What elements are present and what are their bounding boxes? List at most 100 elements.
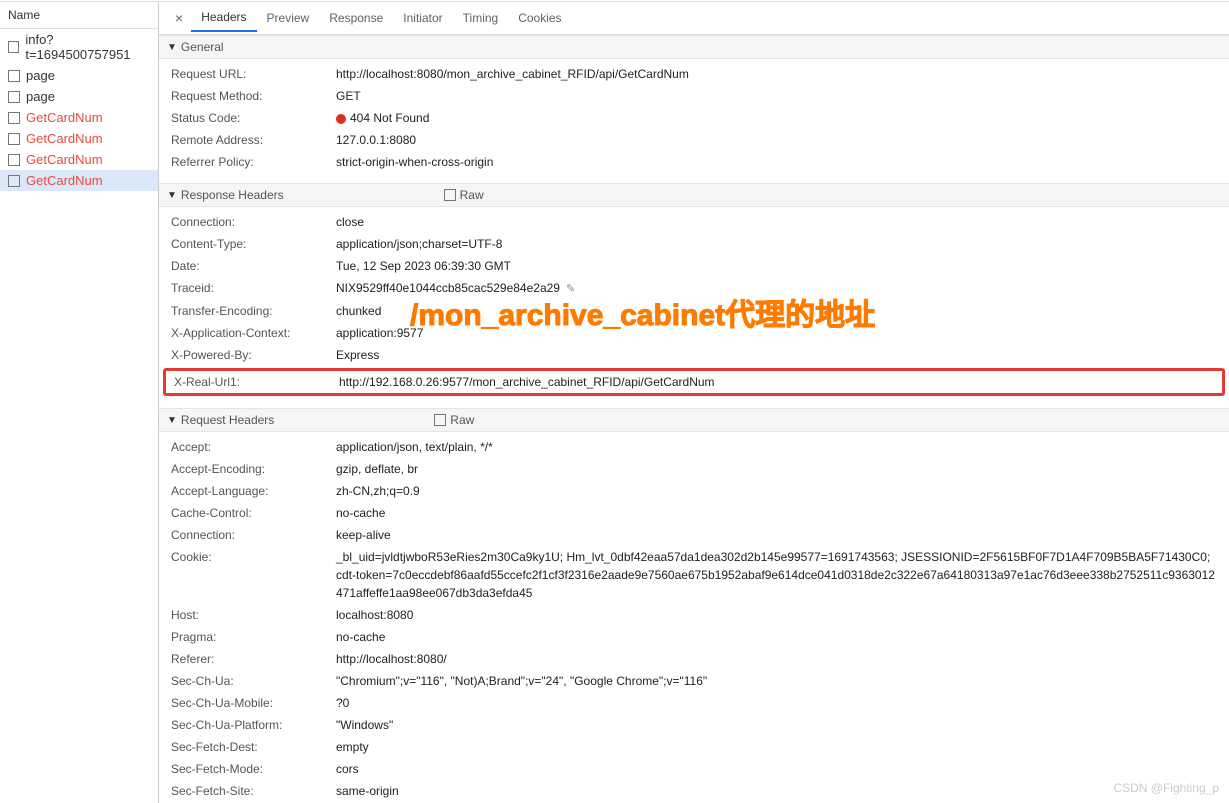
header-key: Referrer Policy:	[171, 153, 336, 171]
header-value: gzip, deflate, br	[336, 460, 1229, 478]
header-value: Tue, 12 Sep 2023 06:39:30 GMT	[336, 257, 1229, 275]
header-row: X-Application-Context:application:9577	[159, 322, 1229, 344]
header-key: X-Real-Url1:	[174, 373, 339, 391]
header-key: Connection:	[171, 526, 336, 544]
request-name: GetCardNum	[26, 173, 103, 188]
tab-response[interactable]: Response	[319, 5, 393, 31]
checkbox-icon[interactable]	[8, 154, 20, 166]
header-value: close	[336, 213, 1229, 231]
section-title: Response Headers	[181, 188, 284, 202]
checkbox-icon[interactable]	[8, 133, 20, 145]
header-value: http://localhost:8080/mon_archive_cabine…	[336, 65, 1229, 83]
section-rows: Connection:closeContent-Type:application…	[159, 207, 1229, 408]
header-value: Express	[336, 346, 1229, 364]
checkbox-icon[interactable]	[444, 189, 456, 201]
request-name: GetCardNum	[26, 152, 103, 167]
tab-preview[interactable]: Preview	[257, 5, 320, 31]
header-value: keep-alive	[336, 526, 1229, 544]
header-key: Sec-Ch-Ua-Platform:	[171, 716, 336, 734]
request-item-6[interactable]: GetCardNum	[0, 170, 158, 191]
header-row: Remote Address:127.0.0.1:8080	[159, 129, 1229, 151]
header-value: no-cache	[336, 628, 1229, 646]
header-key: Sec-Ch-Ua:	[171, 672, 336, 690]
header-row: X-Real-Url1:http://192.168.0.26:9577/mon…	[163, 368, 1225, 396]
header-value: zh-CN,zh;q=0.9	[336, 482, 1229, 500]
header-value: ?0	[336, 694, 1229, 712]
header-value: "Chromium";v="116", "Not)A;Brand";v="24"…	[336, 672, 1229, 690]
header-value: same-origin	[336, 782, 1229, 800]
header-row: Cache-Control:no-cache	[159, 502, 1229, 524]
header-value: http://localhost:8080/	[336, 650, 1229, 668]
header-row: Connection:keep-alive	[159, 524, 1229, 546]
header-value: localhost:8080	[336, 606, 1229, 624]
header-value: chunked	[336, 302, 1229, 320]
checkbox-icon[interactable]	[8, 41, 19, 53]
header-row: Accept-Language:zh-CN,zh;q=0.9	[159, 480, 1229, 502]
section-title: General	[181, 40, 224, 54]
header-row: Sec-Ch-Ua:"Chromium";v="116", "Not)A;Bra…	[159, 670, 1229, 692]
header-row: Sec-Fetch-Mode:cors	[159, 758, 1229, 780]
raw-label: Raw	[460, 188, 484, 202]
triangle-down-icon: ▼	[167, 190, 177, 201]
header-row: Sec-Fetch-Site:same-origin	[159, 780, 1229, 802]
section-header-response-headers[interactable]: ▼ Response Headers Raw	[159, 183, 1229, 207]
header-value: application/json;charset=UTF-8	[336, 235, 1229, 253]
raw-toggle[interactable]: Raw	[444, 188, 484, 202]
checkbox-icon[interactable]	[434, 414, 446, 426]
header-row: Sec-Ch-Ua-Platform:"Windows"	[159, 714, 1229, 736]
checkbox-icon[interactable]	[8, 175, 20, 187]
header-row: Referer:http://localhost:8080/	[159, 648, 1229, 670]
checkbox-icon[interactable]	[8, 112, 20, 124]
header-row: Traceid:NIX9529ff40e1044ccb85cac529e84e2…	[159, 277, 1229, 300]
tab-headers[interactable]: Headers	[191, 4, 256, 32]
header-key: Status Code:	[171, 109, 336, 127]
request-name: GetCardNum	[26, 131, 103, 146]
raw-label: Raw	[450, 413, 474, 427]
header-value: "Windows"	[336, 716, 1229, 734]
header-value: strict-origin-when-cross-origin	[336, 153, 1229, 171]
request-item-1[interactable]: page	[0, 65, 158, 86]
raw-toggle[interactable]: Raw	[434, 413, 474, 427]
tab-cookies[interactable]: Cookies	[508, 5, 571, 31]
header-key: X-Application-Context:	[171, 324, 336, 342]
header-value: GET	[336, 87, 1229, 105]
checkbox-icon[interactable]	[8, 91, 20, 103]
request-item-4[interactable]: GetCardNum	[0, 128, 158, 149]
request-item-2[interactable]: page	[0, 86, 158, 107]
header-key: Request URL:	[171, 65, 336, 83]
request-list-panel: Name info?t=1694500757951pagepageGetCard…	[0, 2, 159, 803]
request-name: GetCardNum	[26, 110, 103, 125]
header-row: Referrer Policy:strict-origin-when-cross…	[159, 151, 1229, 173]
edit-icon[interactable]: ✎	[566, 283, 575, 295]
checkbox-icon[interactable]	[8, 70, 20, 82]
header-row: Request Method:GET	[159, 85, 1229, 107]
request-item-0[interactable]: info?t=1694500757951	[0, 29, 158, 65]
tab-timing[interactable]: Timing	[453, 5, 509, 31]
request-item-3[interactable]: GetCardNum	[0, 107, 158, 128]
header-key: Sec-Fetch-Mode:	[171, 760, 336, 778]
header-key: Traceid:	[171, 279, 336, 298]
header-key: Remote Address:	[171, 131, 336, 149]
header-value: 127.0.0.1:8080	[336, 131, 1229, 149]
header-key: Accept-Language:	[171, 482, 336, 500]
close-icon[interactable]: ×	[167, 6, 191, 30]
detail-tabs: × HeadersPreviewResponseInitiatorTimingC…	[159, 2, 1229, 35]
header-row: Accept:application/json, text/plain, */*	[159, 436, 1229, 458]
header-value: application:9577	[336, 324, 1229, 342]
section-header-request-headers[interactable]: ▼Request HeadersRaw	[159, 408, 1229, 432]
tab-initiator[interactable]: Initiator	[393, 5, 452, 31]
section-rows: Accept:application/json, text/plain, */*…	[159, 432, 1229, 803]
header-value: 404 Not Found	[336, 109, 1229, 127]
header-key: Content-Type:	[171, 235, 336, 253]
header-key: X-Powered-By:	[171, 346, 336, 364]
name-column-header[interactable]: Name	[0, 2, 158, 29]
header-key: Cookie:	[171, 548, 336, 602]
section-header-general[interactable]: ▼ General	[159, 35, 1229, 59]
section-title: Request Headers	[181, 413, 274, 427]
request-item-5[interactable]: GetCardNum	[0, 149, 158, 170]
request-name: page	[26, 89, 55, 104]
header-row: X-Powered-By:Express	[159, 344, 1229, 366]
header-row: Connection:close	[159, 211, 1229, 233]
triangle-down-icon: ▼	[167, 42, 177, 53]
header-row: Status Code:404 Not Found	[159, 107, 1229, 129]
